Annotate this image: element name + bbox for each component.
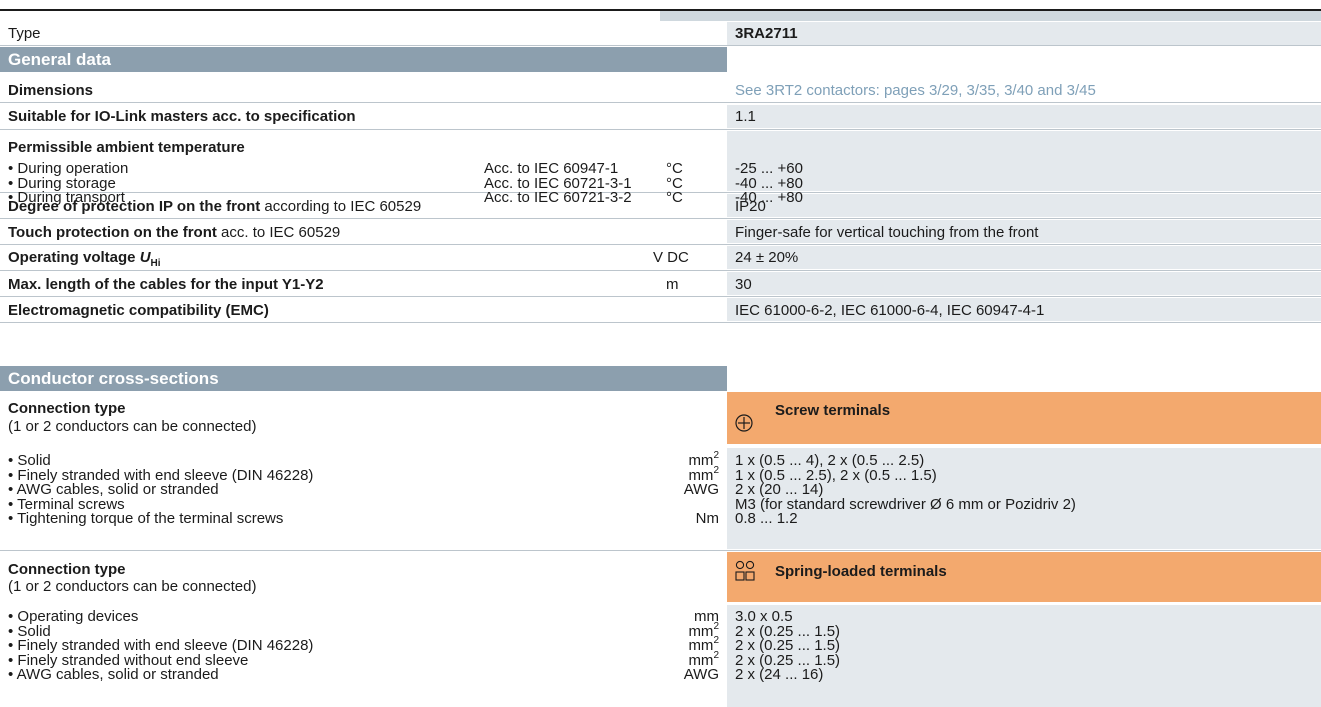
row-separator [0,102,1321,103]
cable-label: Max. length of the cables for the input … [8,276,324,293]
row-separator [0,322,1321,323]
temperature-value-bg [727,131,1321,191]
type-value-bg [727,22,1321,45]
temperature-units: °C °C °C [666,161,683,206]
screw-item-value: 0.8 ... 1.2 [735,510,798,527]
row-separator [0,296,1321,297]
voltage-value-bg [727,246,1321,269]
spring-item-label: • AWG cables, solid or stranded [8,666,219,683]
spring-item-labels: • Operating devices • Solid • Finely str… [8,608,313,683]
spring-item-label: • Operating devices [8,608,139,625]
dimensions-link[interactable]: See 3RT2 contactors: pages 3/29, 3/35, 3… [735,82,1096,99]
io-link-label: Suitable for IO-Link masters acc. to spe… [8,108,356,125]
ip-value-bg [727,194,1321,217]
screw-item-units: mm2 mm2 AWG Nm [683,451,719,527]
row-separator [0,45,1321,46]
spring-item-units: mm mm2 mm2 mm2 AWG [683,609,719,683]
spring-connection-title: Connection type [8,561,126,578]
temperature-standards: Acc. to IEC 60947-1 Acc. to IEC 60721-3-… [484,161,632,206]
screw-item-values: 1 x (0.5 ... 4), 2 x (0.5 ... 2.5) 1 x (… [735,453,1076,527]
ip-label: Degree of protection IP on the front acc… [8,198,421,215]
io-link-value-bg [727,105,1321,128]
touch-label-bold: Touch protection on the front [8,224,217,241]
ip-value: IP20 [735,198,766,215]
screw-item-unit: AWG [683,481,719,498]
spring-terminal-icon [735,560,755,586]
temp-item-unit: °C [666,189,683,206]
screw-item-label: • Tightening torque of the terminal scre… [8,510,284,527]
voltage-label: Operating voltage UHi [8,249,161,269]
spring-item-values: 3.0 x 0.5 2 x (0.25 ... 1.5) 2 x (0.25 .… [735,609,840,683]
row-separator [0,270,1321,271]
voltage-label-text: Operating voltage [8,249,140,266]
voltage-symbol: U [139,249,151,266]
ip-label-bold: Degree of protection IP on the front [8,198,261,215]
screw-connection-subtitle: (1 or 2 conductors can be connected) [8,418,257,435]
type-value: 3RA2711 [735,25,798,42]
section-header-conductor: Conductor cross-sections [0,366,727,391]
touch-value: Finger-safe for vertical touching from t… [735,224,1039,241]
cable-value-bg [727,272,1321,295]
spring-item-unit: AWG [683,666,719,683]
row-separator [0,192,1321,193]
screw-connection-title: Connection type [8,400,126,417]
cable-value: 30 [735,276,752,293]
temp-item-standard: Acc. to IEC 60721-3-2 [484,189,632,206]
row-separator [0,550,1321,551]
screw-terminal-icon [735,414,753,436]
screw-item-unit: Nm [695,510,719,527]
touch-label: Touch protection on the front acc. to IE… [8,224,340,241]
type-label: Type [8,25,41,42]
spring-item-value: 2 x (24 ... 16) [735,666,824,683]
top-accent-bar [660,11,1321,21]
voltage-unit: V DC [653,249,689,266]
emc-label: Electromagnetic compatibility (EMC) [8,302,269,319]
row-separator [0,218,1321,219]
voltage-subscript: Hi [150,258,161,269]
io-link-value: 1.1 [735,108,756,125]
voltage-value: 24 ± 20% [735,249,799,266]
row-separator [0,129,1321,130]
screw-item-labels: • Solid • Finely stranded with end sleev… [8,453,313,527]
screw-terminal-label: Screw terminals [775,402,891,419]
temperature-label: Permissible ambient temperature [8,139,245,156]
touch-label-rest: acc. to IEC 60529 [216,224,341,241]
ip-label-rest: according to IEC 60529 [260,198,422,215]
section-header-general: General data [0,47,727,72]
spring-connection-subtitle: (1 or 2 conductors can be connected) [8,578,257,595]
emc-value: IEC 61000-6-2, IEC 61000-6-4, IEC 60947-… [735,302,1045,319]
row-separator [0,244,1321,245]
cable-unit: m [666,276,679,293]
dimensions-label: Dimensions [8,82,94,99]
spring-terminal-label: Spring-loaded terminals [775,563,947,580]
